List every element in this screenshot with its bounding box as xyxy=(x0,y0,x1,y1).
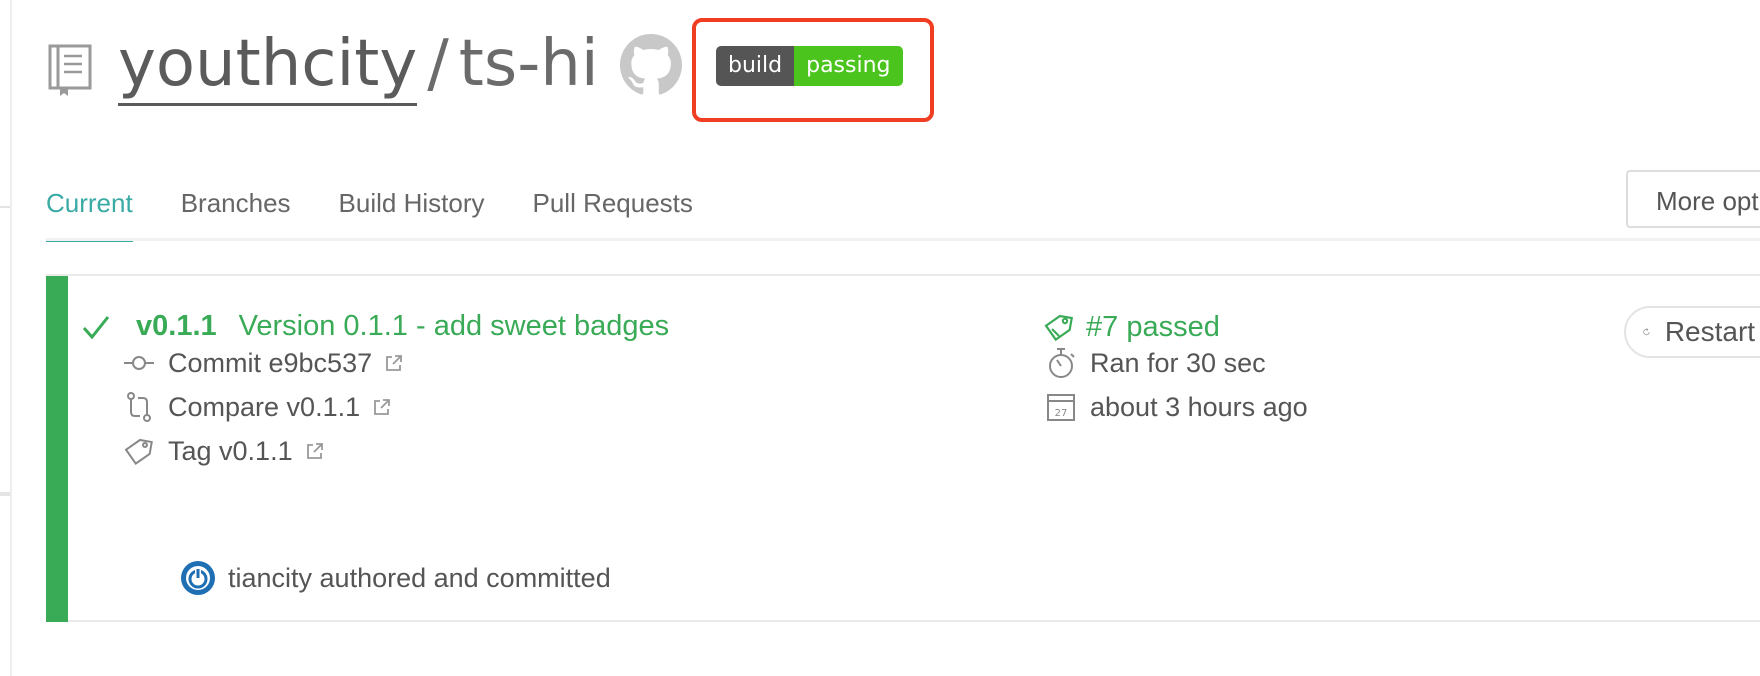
left-border-tick xyxy=(0,206,10,208)
badge-status: passing xyxy=(794,46,903,86)
author-text: tiancity authored and committed xyxy=(228,562,611,593)
restart-icon xyxy=(1643,328,1650,336)
commit-link[interactable]: Commit e9bc537 xyxy=(168,348,372,379)
finished-text: about 3 hours ago xyxy=(1090,391,1308,422)
tag-row: Tag v0.1.1 xyxy=(122,434,325,468)
external-link-icon[interactable] xyxy=(372,397,392,417)
commit-row: Commit e9bc537 xyxy=(122,346,404,380)
commit-icon xyxy=(124,356,154,370)
avatar[interactable] xyxy=(180,560,216,596)
build-status-accent-bar xyxy=(46,276,68,622)
duration-row: Ran for 30 sec xyxy=(1044,346,1266,380)
tab-branches[interactable]: Branches xyxy=(181,184,291,242)
restart-build-button[interactable]: Restart build xyxy=(1624,306,1760,358)
build-card: v0.1.1 Version 0.1.1 - add sweet badges … xyxy=(46,274,1760,622)
tab-current[interactable]: Current xyxy=(46,184,133,242)
build-status[interactable]: #7 passed xyxy=(1042,310,1220,344)
build-title-row: v0.1.1 Version 0.1.1 - add sweet badges xyxy=(80,310,669,343)
check-icon xyxy=(82,315,110,339)
build-status-badge[interactable]: build passing xyxy=(716,46,903,86)
compare-icon xyxy=(127,392,151,422)
compare-link[interactable]: Compare v0.1.1 xyxy=(168,392,360,423)
calendar-icon: 27 xyxy=(1047,394,1075,421)
compare-row: Compare v0.1.1 xyxy=(122,390,392,424)
tab-build-history[interactable]: Build History xyxy=(339,184,485,242)
branch-name[interactable]: v0.1.1 xyxy=(136,310,217,343)
stopwatch-icon xyxy=(1049,348,1075,378)
duration-text: Ran for 30 sec xyxy=(1090,347,1266,378)
finished-row: 27 about 3 hours ago xyxy=(1044,390,1308,424)
external-link-icon[interactable] xyxy=(305,441,325,461)
tag-icon xyxy=(124,438,153,466)
repo-title: youthcity / ts-hi xyxy=(118,26,599,106)
calendar-day: 27 xyxy=(1055,408,1068,419)
repo-name: ts-hi xyxy=(458,27,599,101)
left-border-tick xyxy=(0,492,10,496)
restart-label: Restart build xyxy=(1664,316,1760,347)
tabs-divider xyxy=(46,238,1760,241)
more-options-button[interactable]: More options xyxy=(1626,170,1760,228)
commit-message[interactable]: Version 0.1.1 - add sweet badges xyxy=(239,310,669,343)
left-border xyxy=(10,0,12,676)
repo-owner-link[interactable]: youthcity xyxy=(118,27,418,106)
tag-link[interactable]: Tag v0.1.1 xyxy=(168,436,293,467)
repo-tabs: Current Branches Build History Pull Requ… xyxy=(46,184,741,242)
author-row: tiancity authored and committed xyxy=(180,560,611,596)
github-icon[interactable] xyxy=(620,34,682,96)
badge-label: build xyxy=(716,46,795,86)
build-number-tag-icon xyxy=(1044,314,1074,342)
build-status-text: #7 passed xyxy=(1086,310,1220,343)
repo-book-icon xyxy=(48,44,92,96)
repo-separator: / xyxy=(427,27,449,101)
external-link-icon[interactable] xyxy=(384,353,404,373)
tab-pull-requests[interactable]: Pull Requests xyxy=(532,184,692,242)
